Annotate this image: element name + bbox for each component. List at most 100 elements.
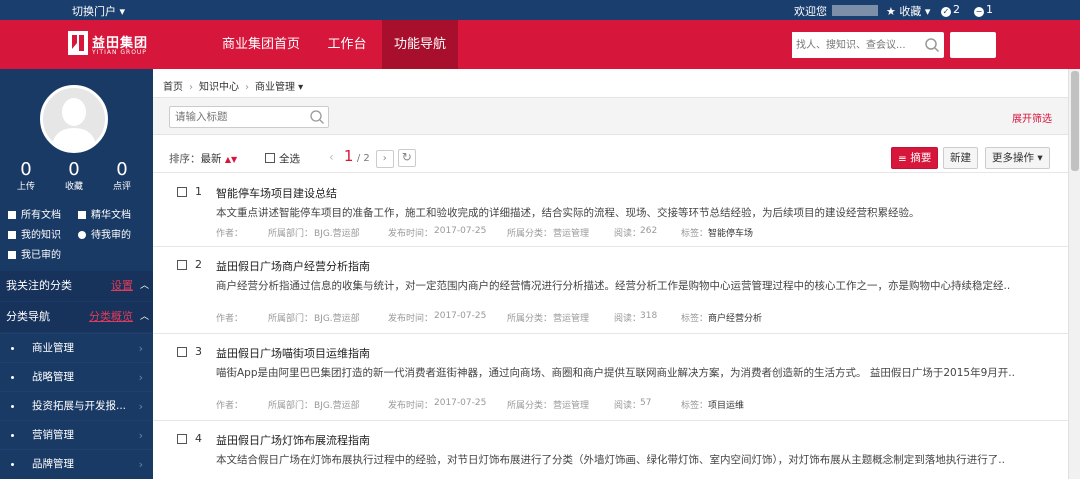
meta-tags[interactable]: 项目运维 <box>708 398 744 411</box>
quick-link-pending-review[interactable]: 待我审的 <box>78 226 131 241</box>
nav-workbench[interactable]: 工作台 <box>316 20 379 69</box>
more-actions-button[interactable]: 更多操作 ▾ <box>985 147 1050 169</box>
stat-comments[interactable]: 0 点评 <box>102 159 142 193</box>
category-label: 战略管理 <box>32 371 74 383</box>
user-icon <box>78 231 86 239</box>
meta-dept: BJG.营运部 <box>314 401 360 411</box>
category-item[interactable]: 投资拓展与开发报... › <box>0 391 153 420</box>
quick-link-reviewed[interactable]: 我已审的 <box>8 246 61 261</box>
followed-settings-link[interactable]: 设置 <box>111 271 133 301</box>
list-item: 1 智能停车场项目建设总结 本文重点讲述智能停车项目的准备工作，施工和验收完成的… <box>153 175 1068 247</box>
chevron-up-icon[interactable]: ︿ <box>140 271 149 301</box>
category-overview-link[interactable]: 分类概览 <box>89 302 133 332</box>
sort-control[interactable]: 排序：最新 ▲▼ <box>169 151 237 166</box>
header-action-box[interactable] <box>950 32 996 58</box>
category-item[interactable]: 营销管理 › <box>0 420 153 449</box>
bullet-icon <box>11 434 14 437</box>
list-item: 4 益田假日广场灯饰布展流程指南 本文结合假日广场在灯饰布展执行过程中的经验，对… <box>153 422 1068 479</box>
meta-time-label: 发布时间： <box>388 314 434 324</box>
summary-view-button[interactable]: ≡ 摘要 <box>891 147 939 169</box>
page-current: 1 <box>343 147 354 165</box>
meta-dept-label: 所属部门： <box>268 229 314 239</box>
chevron-up-icon[interactable]: ︿ <box>140 302 149 332</box>
minus-icon: − <box>974 7 984 17</box>
notice-indicator[interactable]: ✓ 2 <box>941 3 960 17</box>
favorites-menu[interactable]: ★ 收藏 ▾ <box>886 3 930 19</box>
category-nav-title: 分类导航 <box>6 310 50 323</box>
item-title[interactable]: 智能停车场项目建设总结 <box>216 185 337 201</box>
pagination: ‹ 1 / 2 › ↻ <box>329 147 416 168</box>
quick-link-featured-docs[interactable]: 精华文档 <box>78 206 131 221</box>
meta-tags[interactable]: 智能停车场 <box>708 226 753 239</box>
meta-tags[interactable]: 商户经营分析 <box>708 311 762 324</box>
nav-function-navigation[interactable]: 功能导航 <box>382 20 459 69</box>
stat-comments-number: 0 <box>116 159 128 180</box>
title-search <box>169 106 329 128</box>
document-icon <box>8 211 16 219</box>
top-bar: 切换门户 ▾ 欢迎您 ★ 收藏 ▾ ✓ 2 −1 <box>0 0 1080 20</box>
notice-count: 2 <box>953 3 960 16</box>
meta-time: 2017-07-25 <box>434 398 487 408</box>
breadcrumb-separator: › <box>189 82 193 93</box>
page-scrollbar[interactable] <box>1068 69 1080 479</box>
global-search-input[interactable] <box>792 32 920 58</box>
category-item[interactable]: 商业管理 › <box>0 333 153 362</box>
meta-category-label: 所属分类： <box>507 401 553 411</box>
item-description: 商户经营分析指通过信息的收集与统计，对一定范围内商户的经营情况进行分析描述。经营… <box>216 280 1011 292</box>
scrollbar-thumb[interactable] <box>1071 71 1079 171</box>
search-icon[interactable] <box>924 37 940 53</box>
category-item[interactable]: 品牌管理 › <box>0 449 153 478</box>
chevron-left-icon[interactable]: ‹ <box>329 150 334 164</box>
main-header: 益田集团 YITIAN GROUP 商业集团首页 工作台 功能导航 <box>0 20 1080 69</box>
item-title[interactable]: 益田假日广场灯饰布展流程指南 <box>216 432 370 448</box>
quick-link-my-knowledge[interactable]: 我的知识 <box>8 226 61 241</box>
avatar[interactable] <box>40 85 108 153</box>
meta-category-label: 所属分类： <box>507 314 553 324</box>
item-index: 3 <box>195 345 202 358</box>
stat-favorites-number: 0 <box>68 159 80 180</box>
item-index: 4 <box>195 432 202 445</box>
list-item: 3 益田假日广场喵街项目运维指南 喵街App是由阿里巴巴集团打造的新一代消费者逛… <box>153 335 1068 421</box>
select-all[interactable]: 全选 <box>265 151 300 166</box>
portal-switch-menu[interactable]: 切换门户 ▾ <box>72 3 125 19</box>
breadcrumb-current-category[interactable]: 商业管理 ▾ <box>255 82 303 93</box>
item-checkbox[interactable] <box>177 260 187 270</box>
item-checkbox[interactable] <box>177 187 187 197</box>
select-all-checkbox[interactable] <box>265 153 275 163</box>
chevron-right-icon: › <box>138 400 143 413</box>
meta-author-label: 作者： <box>216 314 244 324</box>
item-title[interactable]: 益田假日广场喵街项目运维指南 <box>216 345 370 361</box>
stat-uploads-number: 0 <box>20 159 32 180</box>
new-button[interactable]: 新建 <box>943 147 978 169</box>
stat-favorites[interactable]: 0 收藏 <box>54 159 94 193</box>
title-search-input[interactable] <box>170 107 304 127</box>
meta-time: 2017-07-25 <box>434 226 487 236</box>
main-content: 首页›知识中心›商业管理 ▾ 展开筛选 排序：最新 ▲▼ 全选 ‹1 / 2›↻… <box>153 69 1068 479</box>
nav-commercial-home[interactable]: 商业集团首页 <box>210 20 312 69</box>
refresh-icon[interactable]: ↻ <box>397 149 416 167</box>
meta-author-label: 作者： <box>216 401 244 411</box>
meta-category: 营运管理 <box>553 229 590 239</box>
chevron-right-icon: › <box>138 429 143 442</box>
item-description: 喵街App是由阿里巴巴集团打造的新一代消费者逛街神器，通过向商场、商圈和商户提供… <box>216 367 1015 379</box>
meta-time-label: 发布时间： <box>388 401 434 411</box>
bullet-icon <box>11 463 14 466</box>
item-index: 1 <box>195 185 202 198</box>
breadcrumb-knowledge-center[interactable]: 知识中心 <box>199 82 239 93</box>
item-checkbox[interactable] <box>177 434 187 444</box>
chevron-right-icon: › <box>138 342 143 355</box>
message-indicator[interactable]: −1 <box>974 3 993 17</box>
chevron-right-icon[interactable]: › <box>375 150 394 168</box>
item-title[interactable]: 益田假日广场商户经营分析指南 <box>216 258 370 274</box>
category-item[interactable]: 战略管理 › <box>0 362 153 391</box>
search-icon[interactable] <box>309 109 325 125</box>
check-icon: ✓ <box>941 7 951 17</box>
quick-link-all-docs[interactable]: 所有文档 <box>8 206 61 221</box>
expand-filter-link[interactable]: 展开筛选 <box>1012 110 1052 125</box>
stat-uploads[interactable]: 0 上传 <box>6 159 46 193</box>
item-checkbox[interactable] <box>177 347 187 357</box>
breadcrumb-home[interactable]: 首页 <box>163 82 183 93</box>
category-label: 投资拓展与开发报... <box>32 400 127 412</box>
bullet-icon <box>11 347 14 350</box>
stat-favorites-label: 收藏 <box>64 182 83 192</box>
